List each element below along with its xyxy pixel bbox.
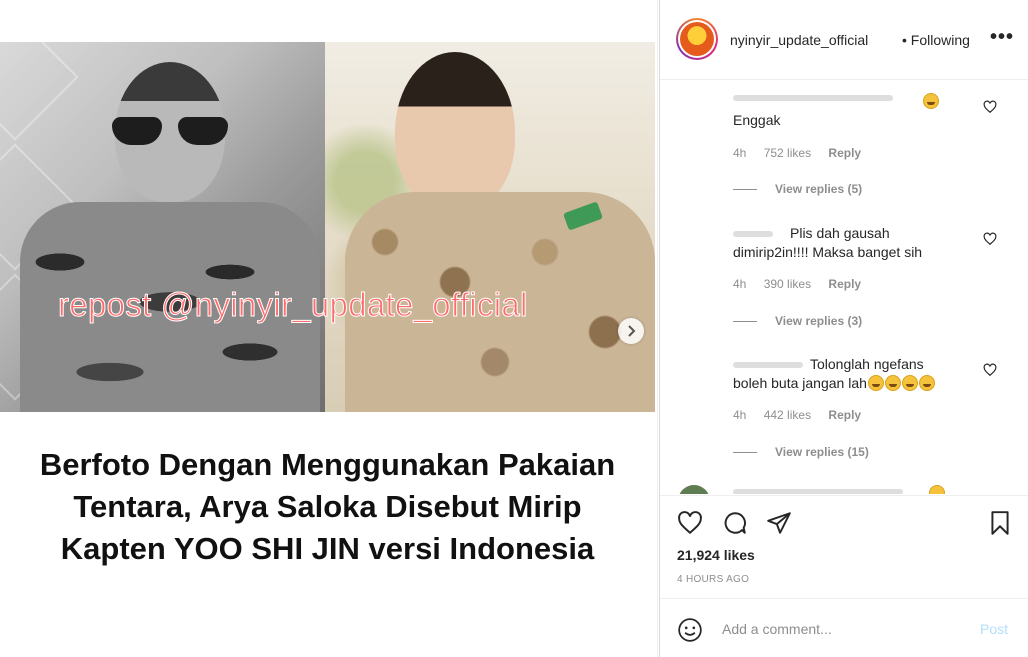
view-replies-button[interactable]: View replies (3): [733, 314, 862, 328]
comments-list: Enggak 4h 752 likes Reply View replies (…: [660, 81, 1028, 494]
comment-composer: Post: [660, 598, 1028, 657]
post-comment-button[interactable]: Post: [980, 621, 1008, 637]
avatar[interactable]: [678, 485, 710, 494]
comment-input[interactable]: [722, 619, 962, 639]
bookmark-icon[interactable]: [987, 510, 1013, 536]
like-heart-icon[interactable]: [677, 510, 703, 536]
reply-button[interactable]: Reply: [828, 277, 861, 291]
photo-left-person: [0, 42, 325, 412]
comment-like-heart-icon[interactable]: [983, 363, 997, 377]
post-photo[interactable]: repost @nyinyir_update_official: [0, 42, 655, 412]
comment-time: 4h: [733, 408, 747, 422]
grin-emoji-icon: [923, 93, 939, 109]
post-sidebar: nyinyir_update_official • Following ••• …: [659, 0, 1028, 657]
watermark-text: repost @nyinyir_update_official: [58, 286, 528, 324]
view-replies-button[interactable]: View replies (5): [733, 182, 862, 196]
comment-text: Plis dah gausah: [790, 225, 890, 241]
comment-meta: 4h 390 likes Reply: [733, 277, 875, 291]
share-paper-plane-icon[interactable]: [766, 510, 792, 536]
following-button[interactable]: • Following: [902, 32, 970, 48]
obscured-username: [733, 95, 893, 101]
comment-likes[interactable]: 752 likes: [764, 146, 811, 160]
next-image-button[interactable]: [618, 318, 644, 344]
headline-line-2: Tentara, Arya Saloka Disebut Mirip: [73, 489, 582, 524]
view-replies-label: View replies (15): [775, 445, 869, 459]
view-replies-label: View replies (3): [775, 314, 863, 328]
comment-text: boleh buta jangan lah: [733, 375, 867, 391]
grin-emoji-icon: [901, 375, 918, 391]
comment-time: 4h: [733, 277, 747, 291]
comment-meta: 4h 752 likes Reply: [733, 146, 875, 160]
comment-likes[interactable]: 390 likes: [764, 277, 811, 291]
grin-emoji-icon: [867, 375, 884, 391]
comment-text: dimirip2in!!!! Maksa banget sih: [733, 244, 923, 260]
obscured-comment: [733, 489, 903, 494]
view-replies-button[interactable]: View replies (15): [733, 445, 869, 459]
post-header: nyinyir_update_official • Following •••: [660, 0, 1028, 80]
post-timestamp: 4 HOURS AGO: [677, 574, 750, 585]
grin-emoji-icon: [918, 375, 935, 391]
comment-text-with-emoji: boleh buta jangan lah: [733, 374, 935, 393]
comment-like-heart-icon[interactable]: [983, 232, 997, 246]
headline-line-1: Berfoto Dengan Menggunakan Pakaian: [39, 447, 616, 482]
post-actions: 21,924 likes 4 HOURS AGO: [660, 495, 1028, 599]
obscured-username: [733, 362, 803, 368]
post-headline: Berfoto Dengan Menggunakan Pakaian Tenta…: [0, 444, 655, 570]
grin-emoji-icon: [884, 375, 901, 391]
grin-emoji-icon: [929, 485, 945, 494]
obscured-username: [733, 231, 773, 237]
reply-button[interactable]: Reply: [828, 408, 861, 422]
avatar[interactable]: [676, 18, 718, 60]
reply-button[interactable]: Reply: [828, 146, 861, 160]
comment-bubble-icon[interactable]: [722, 510, 748, 536]
photo-right-person: [325, 42, 655, 412]
comment-likes[interactable]: 442 likes: [764, 408, 811, 422]
likes-count[interactable]: 21,924 likes: [677, 547, 755, 563]
comment-like-heart-icon[interactable]: [983, 100, 997, 114]
more-options-icon[interactable]: •••: [990, 26, 1014, 49]
headline-line-3: Kapten YOO SHI JIN versi Indonesia: [60, 531, 595, 566]
comment-time: 4h: [733, 146, 747, 160]
post-media: repost @nyinyir_update_official Berfoto …: [0, 0, 658, 657]
view-replies-label: View replies (5): [775, 182, 863, 196]
chevron-right-icon: [628, 325, 636, 337]
comment-meta: 4h 442 likes Reply: [733, 408, 875, 422]
username-link[interactable]: nyinyir_update_official: [730, 32, 868, 48]
comment-text: Tolonglah ngefans: [810, 356, 924, 372]
emoji-picker-icon[interactable]: [677, 617, 703, 643]
comment-text: Enggak: [733, 112, 781, 128]
